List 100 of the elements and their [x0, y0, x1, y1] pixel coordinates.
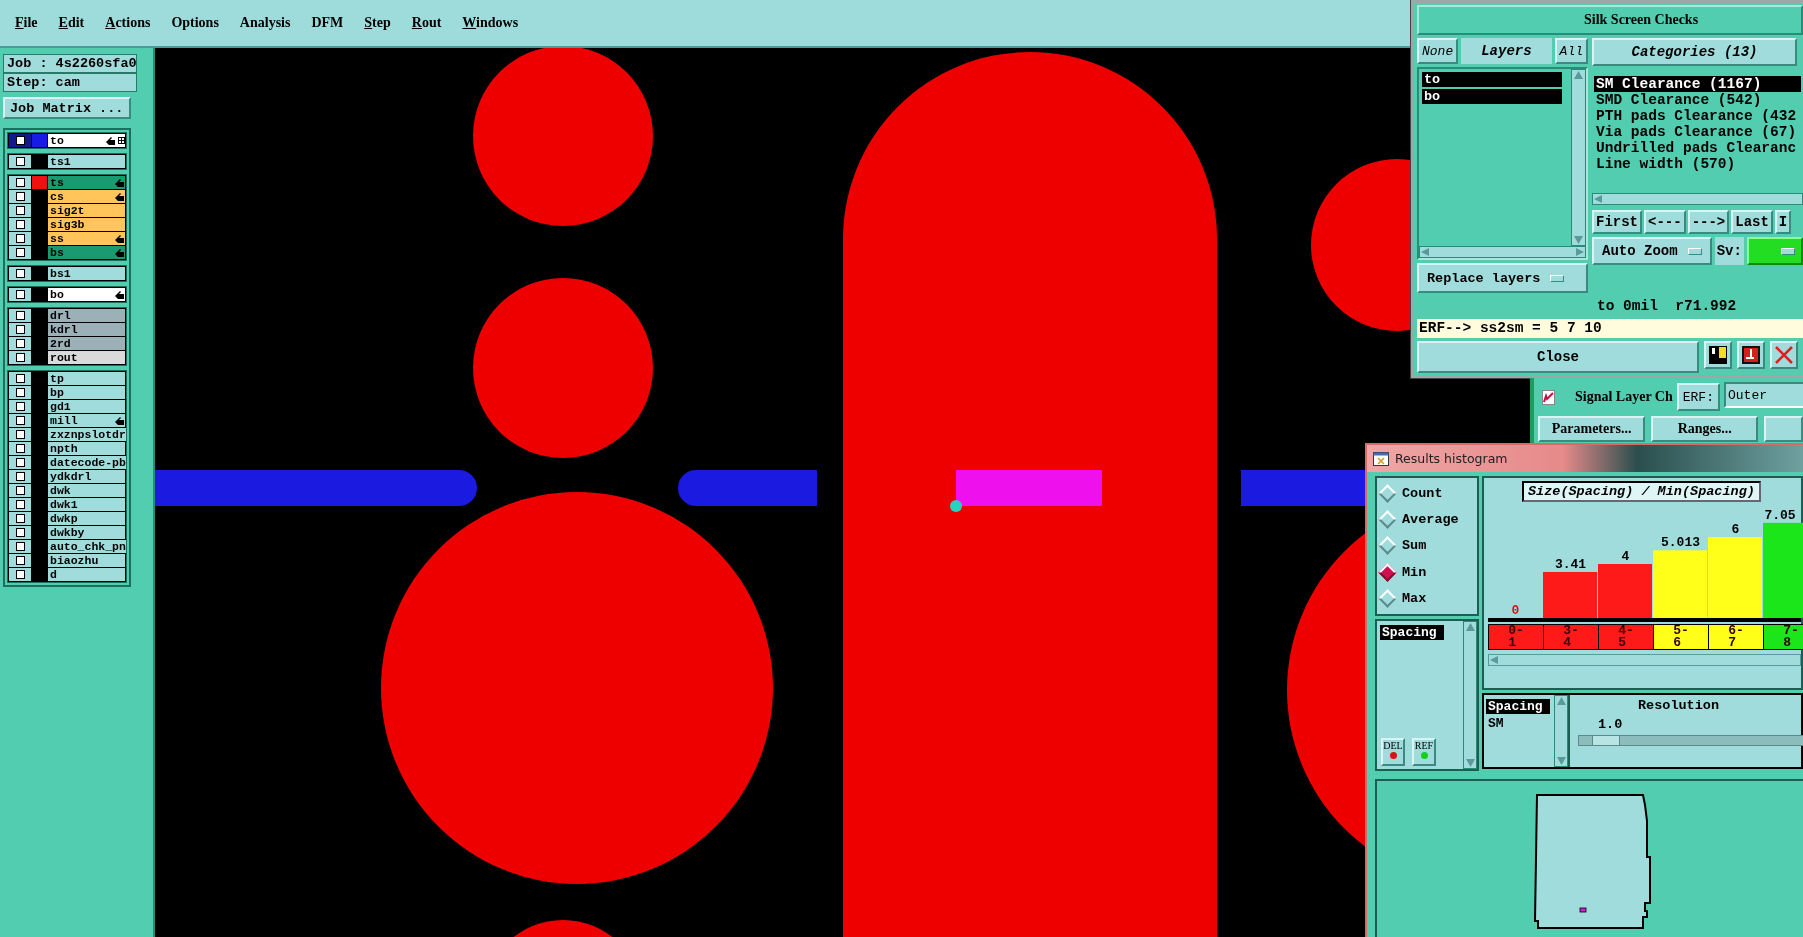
dialog-button[interactable]: Ranges...	[1651, 416, 1759, 442]
layer-checkbox[interactable]	[9, 386, 31, 399]
menu-item[interactable]: Windows	[462, 15, 519, 31]
layer-name[interactable]: sig3b	[48, 218, 125, 231]
layer-name[interactable]: dwk	[48, 484, 125, 497]
layer-checkbox[interactable]	[9, 134, 31, 147]
vertical-scrollbar[interactable]	[1554, 695, 1568, 767]
dialog-button[interactable]	[1764, 416, 1803, 442]
layer-name[interactable]: ts	[48, 176, 125, 189]
job-matrix-button[interactable]: Job Matrix ...	[3, 97, 131, 119]
layer-checkbox[interactable]	[9, 323, 31, 336]
radio-button[interactable]: Min	[1377, 562, 1477, 583]
toolbar-button[interactable]	[1704, 341, 1732, 369]
horizontal-scrollbar[interactable]	[1419, 246, 1586, 258]
layer-checkbox[interactable]	[9, 246, 31, 259]
layer-checkbox[interactable]	[9, 512, 31, 525]
layer-name[interactable]: ts1	[48, 155, 125, 168]
menu-item[interactable]: Actions	[105, 15, 151, 31]
layer-checkbox[interactable]	[9, 568, 31, 581]
input-field[interactable]: Outer	[1724, 382, 1803, 408]
all-button[interactable]: All	[1554, 38, 1588, 64]
layer-name[interactable]: npth	[48, 442, 125, 455]
layer-checkbox[interactable]	[9, 288, 31, 301]
layer-name[interactable]: dwk1	[48, 498, 125, 511]
nav-button[interactable]: <---	[1644, 210, 1686, 234]
horizontal-scrollbar[interactable]	[1592, 193, 1803, 205]
radio-button[interactable]: Average	[1377, 509, 1477, 530]
vertical-scrollbar[interactable]	[1571, 69, 1586, 246]
layer-name[interactable]: biaozhu	[48, 554, 125, 567]
layer-name[interactable]: bs	[48, 246, 125, 259]
layer-checkbox[interactable]	[9, 351, 31, 364]
menu-item[interactable]: Edit	[58, 15, 85, 31]
menu-item[interactable]: Analysis	[239, 15, 291, 31]
layer-name[interactable]: bo	[48, 288, 125, 301]
layer-name[interactable]: dwkp	[48, 512, 125, 525]
layer-name[interactable]: kdrl	[48, 323, 125, 336]
list-item[interactable]: SMD Clearance (542)	[1594, 92, 1801, 108]
layer-checkbox[interactable]	[9, 554, 31, 567]
layer-checkbox[interactable]	[9, 337, 31, 350]
layer-name[interactable]: ydkdrl	[48, 470, 125, 483]
list-item[interactable]: Via pads Clearance (67)	[1594, 124, 1801, 140]
list-item[interactable]: Undrilled pads Clearanc	[1594, 140, 1801, 156]
layer-checkbox[interactable]	[9, 309, 31, 322]
nav-button[interactable]: I	[1774, 210, 1792, 234]
layer-name[interactable]: 2rd	[48, 337, 125, 350]
layer-checkbox[interactable]	[9, 456, 31, 469]
del-button[interactable]: DEL	[1381, 738, 1405, 766]
layer-name[interactable]: drl	[48, 309, 125, 322]
menu-item[interactable]: Step	[364, 15, 391, 31]
list-item[interactable]: Line width (570)	[1594, 156, 1801, 172]
list-item[interactable]: PTH pads Clearance (432	[1594, 108, 1801, 124]
layer-checkbox[interactable]	[9, 540, 31, 553]
checkbox[interactable]	[1542, 389, 1555, 405]
list-item[interactable]: SM	[1486, 716, 1550, 731]
layer-name[interactable]: mill	[48, 414, 125, 427]
layer-checkbox[interactable]	[9, 218, 31, 231]
dropdown-button[interactable]	[1746, 237, 1803, 265]
menu-item[interactable]: Options	[171, 15, 219, 31]
menu-item[interactable]: DFM	[311, 15, 344, 31]
layer-name[interactable]: cs	[48, 190, 125, 203]
layer-checkbox[interactable]	[9, 400, 31, 413]
menu-item[interactable]: File	[15, 15, 38, 31]
layer-name[interactable]: auto_chk_pn	[48, 540, 126, 553]
auto-zoom-button[interactable]: Auto Zoom	[1592, 237, 1712, 265]
layer-checkbox[interactable]	[9, 204, 31, 217]
layer-checkbox[interactable]	[9, 470, 31, 483]
layer-checkbox[interactable]	[9, 526, 31, 539]
list-item[interactable]: Spacing	[1380, 625, 1444, 640]
erf-button[interactable]: ERF:	[1676, 383, 1720, 411]
layer-checkbox[interactable]	[9, 176, 31, 189]
vertical-scrollbar[interactable]	[1463, 621, 1477, 769]
layer-checkbox[interactable]	[9, 267, 31, 280]
radio-button[interactable]: Max	[1377, 588, 1477, 609]
radio-button[interactable]: Count	[1377, 483, 1477, 504]
layer-checkbox[interactable]	[9, 442, 31, 455]
layer-checkbox[interactable]	[9, 498, 31, 511]
nav-button[interactable]: First	[1592, 210, 1642, 234]
replace-layers-button[interactable]: Replace layers	[1417, 263, 1588, 293]
layer-name[interactable]: gd1	[48, 400, 125, 413]
layer-checkbox[interactable]	[9, 232, 31, 245]
layer-name[interactable]: tp	[48, 372, 125, 385]
layer-checkbox[interactable]	[9, 155, 31, 168]
layer-name[interactable]: d	[48, 568, 125, 581]
categories-button[interactable]: Categories (13)	[1592, 38, 1797, 66]
list-item[interactable]: to	[1422, 72, 1562, 87]
list-item[interactable]: SM Clearance (1167)	[1594, 76, 1801, 92]
list-item[interactable]: bo	[1422, 89, 1562, 104]
close-button[interactable]: Close	[1417, 341, 1699, 373]
layer-checkbox[interactable]	[9, 414, 31, 427]
list-item[interactable]: Spacing	[1486, 699, 1550, 714]
layer-checkbox[interactable]	[9, 372, 31, 385]
nav-button[interactable]: Last	[1731, 210, 1773, 234]
layer-checkbox[interactable]	[9, 428, 31, 441]
layer-checkbox[interactable]	[9, 484, 31, 497]
layer-name[interactable]: zxznpslotdr	[48, 428, 126, 441]
horizontal-scrollbar[interactable]	[1488, 654, 1801, 666]
toolbar-button[interactable]	[1737, 341, 1765, 369]
radio-button[interactable]: Sum	[1377, 535, 1477, 556]
menu-item[interactable]: Rout	[411, 15, 442, 31]
layer-name[interactable]: ss	[48, 232, 125, 245]
